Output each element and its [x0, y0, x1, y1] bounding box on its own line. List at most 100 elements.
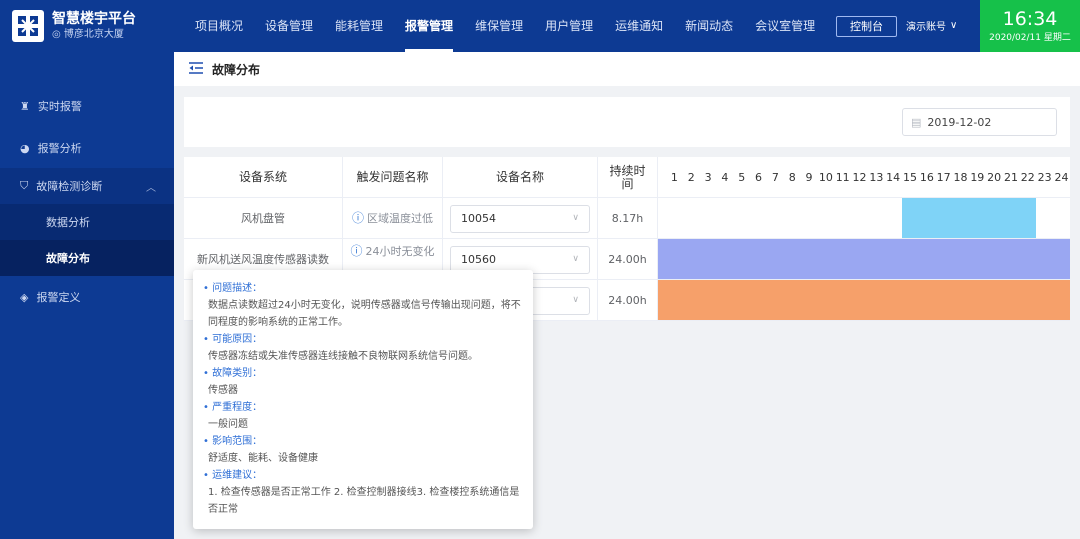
hour-tick-label: 7 [771, 171, 779, 184]
clock-date: 2020/02/11 星期二 [989, 33, 1071, 43]
tooltip-section-title: • 故障类别： [203, 368, 263, 379]
col-header-device: 设备名称 [443, 157, 598, 198]
console-button[interactable]: 控制台 [836, 16, 897, 37]
tooltip-section-text: 舒适度、能耗、设备健康 [208, 453, 318, 464]
hour-tick-label: 9 [805, 171, 813, 184]
shield-icon: ⛉ [20, 179, 29, 192]
hour-tick-label: 16 [919, 171, 934, 184]
sidebar-item-data-analysis[interactable]: 数据分析 [0, 204, 174, 240]
cell-issue[interactable]: ⓘ 区域温度过低 [343, 198, 443, 239]
hour-tick-label: 5 [738, 171, 746, 184]
tooltip-section-title: • 可能原因： [203, 334, 263, 345]
chevron-up-icon: ︿ [146, 182, 156, 194]
sidebar-item-label: 报警分析 [37, 142, 82, 155]
hour-tick-label: 21 [1003, 171, 1018, 184]
sidebar-item-label: 故障检测诊断 [36, 180, 103, 193]
sidebar-item-label: 报警定义 [36, 291, 81, 304]
pie-icon: ◕ [20, 141, 30, 155]
sidebar-item-label: 故障分布 [46, 252, 90, 265]
device-value: 10560 [461, 253, 496, 266]
hour-tick-label: 24 [1054, 171, 1069, 184]
device-value: 10054 [461, 212, 496, 225]
cell-timeline [658, 239, 1070, 280]
timeline-bar[interactable] [901, 198, 1037, 238]
col-header-system: 设备系统 [184, 157, 343, 198]
date-picker[interactable]: ▤ 2019-12-02 [902, 108, 1057, 136]
nav-item-alarms[interactable]: 报警管理 [394, 0, 464, 52]
hour-tick-label: 17 [936, 171, 951, 184]
col-header-duration: 持续时间 [598, 157, 658, 198]
clock-time: 16:34 [1002, 8, 1058, 30]
chevron-down-icon: ∨ [950, 20, 958, 31]
tag-icon: ◈ [20, 290, 29, 304]
cell-system: 风机盘管 [184, 198, 343, 239]
tooltip-section-text: 传感器冻结或失准传感器连线接触不良物联网系统信号问题。 [208, 351, 478, 362]
hour-tick-label: 18 [953, 171, 968, 184]
hour-scale: 1 2 3 4 5 6 7 8 9 10 11 12 13 14 15 16 17 18 19 20 21 22 23 24 [658, 171, 1070, 184]
cell-duration: 24.00h [598, 239, 658, 280]
table-row[interactable]: 风机盘管 ⓘ 区域温度过低 10054 ∨ 8.17h [184, 198, 1070, 239]
nav-item-energy[interactable]: 能耗管理 [324, 0, 394, 52]
sidebar: ♜ 实时报警 ◕ 报警分析 ⛉ 故障检测诊断 ︿ 数据分析 故障分布 ◈ 报警定… [0, 52, 174, 539]
clock-panel: 16:34 2020/02/11 星期二 [980, 0, 1080, 52]
sidebar-item-fault-distribution[interactable]: 故障分布 [0, 240, 174, 276]
hour-tick-label: 19 [970, 171, 985, 184]
chevron-down-icon: ∨ [572, 213, 579, 223]
main-nav: 项目概况 设备管理 能耗管理 报警管理 维保管理 用户管理 运维通知 新闻动态 … [184, 0, 826, 52]
brand[interactable]: 智慧楼宇平台 ◎ 博彦北京大厦 [0, 0, 174, 52]
sidebar-item-label: 数据分析 [46, 216, 90, 229]
issue-tooltip: • 问题描述： 数据点读数超过24小时无变化，说明传感器或信号传输出现问题，将不同… [193, 270, 533, 529]
hour-tick-label: 8 [788, 171, 796, 184]
hour-tick-label: 3 [704, 171, 712, 184]
nav-item-meeting-rooms[interactable]: 会议室管理 [744, 0, 826, 52]
filter-bar: ▤ 2019-12-02 [184, 97, 1070, 147]
issue-text: 24小时无变化 [365, 245, 435, 258]
timeline-bar[interactable] [658, 280, 1070, 320]
chevron-down-icon: ∨ [572, 295, 579, 305]
sidebar-item-alarm-analysis[interactable]: ◕ 报警分析 [0, 130, 174, 166]
hour-tick-label: 15 [903, 171, 917, 184]
collapse-menu-icon[interactable] [188, 61, 204, 78]
location-text: 博彦北京大厦 [63, 29, 124, 40]
issue-text: 区域温度过低 [367, 212, 433, 225]
chevron-down-icon: ∨ [572, 254, 579, 264]
nav-item-maintenance[interactable]: 维保管理 [464, 0, 534, 52]
nav-item-overview[interactable]: 项目概况 [184, 0, 254, 52]
nav-item-devices[interactable]: 设备管理 [254, 0, 324, 52]
tooltip-section-title: • 运维建议： [203, 470, 263, 481]
location-label: ◎ 博彦北京大厦 [52, 29, 124, 40]
tooltip-section-title: • 问题描述： [203, 283, 263, 294]
page-title: 故障分布 [212, 62, 261, 77]
cell-timeline [658, 280, 1070, 321]
info-icon: ⓘ [350, 244, 363, 258]
timeline-bar[interactable] [658, 239, 1070, 279]
tooltip-section-title: • 影响范围： [203, 436, 263, 447]
hour-tick-label: 1 [670, 171, 678, 184]
sidebar-item-realtime-alarm[interactable]: ♜ 实时报警 [0, 88, 174, 124]
hour-tick-label: 2 [687, 171, 695, 184]
date-value: 2019-12-02 [927, 115, 992, 129]
logo [12, 10, 44, 42]
hour-tick-label: 12 [852, 171, 867, 184]
hour-tick-label: 11 [835, 171, 850, 184]
sidebar-item-alarm-definition[interactable]: ◈ 报警定义 [0, 279, 174, 315]
nav-item-news[interactable]: 新闻动态 [674, 0, 744, 52]
col-header-issue: 触发问题名称 [343, 157, 443, 198]
nav-item-ops-notice[interactable]: 运维通知 [604, 0, 674, 52]
info-icon: ⓘ [351, 211, 364, 225]
table-header: 设备系统 触发问题名称 设备名称 持续时间 1 2 3 4 5 6 7 8 9 10 11 12 13 1… [184, 157, 1070, 198]
hour-tick-label: 20 [987, 171, 1002, 184]
cell-duration: 8.17h [598, 198, 658, 239]
hour-tick-label: 14 [886, 171, 901, 184]
tooltip-section-text: 1. 检查传感器是否正常工作 2. 检查控制器接线3. 检查楼控系统通信是否正常 [208, 487, 520, 515]
hour-tick-label: 4 [721, 171, 729, 184]
app-name: 智慧楼宇平台 [52, 11, 136, 27]
account-label: 演示账号 [906, 22, 946, 33]
col-header-hours: 1 2 3 4 5 6 7 8 9 10 11 12 13 14 15 16 17 18 19 20 21 22 23 24 [658, 157, 1070, 198]
device-select[interactable]: 10054 ∨ [450, 204, 590, 233]
sidebar-item-fault-diagnosis[interactable]: ⛉ 故障检测诊断 ︿ [0, 168, 174, 204]
account-menu[interactable]: 演示账号 ∨ [906, 18, 957, 33]
nav-item-users[interactable]: 用户管理 [534, 0, 604, 52]
hour-tick-label: 23 [1037, 171, 1052, 184]
hour-tick-label: 22 [1020, 171, 1035, 184]
